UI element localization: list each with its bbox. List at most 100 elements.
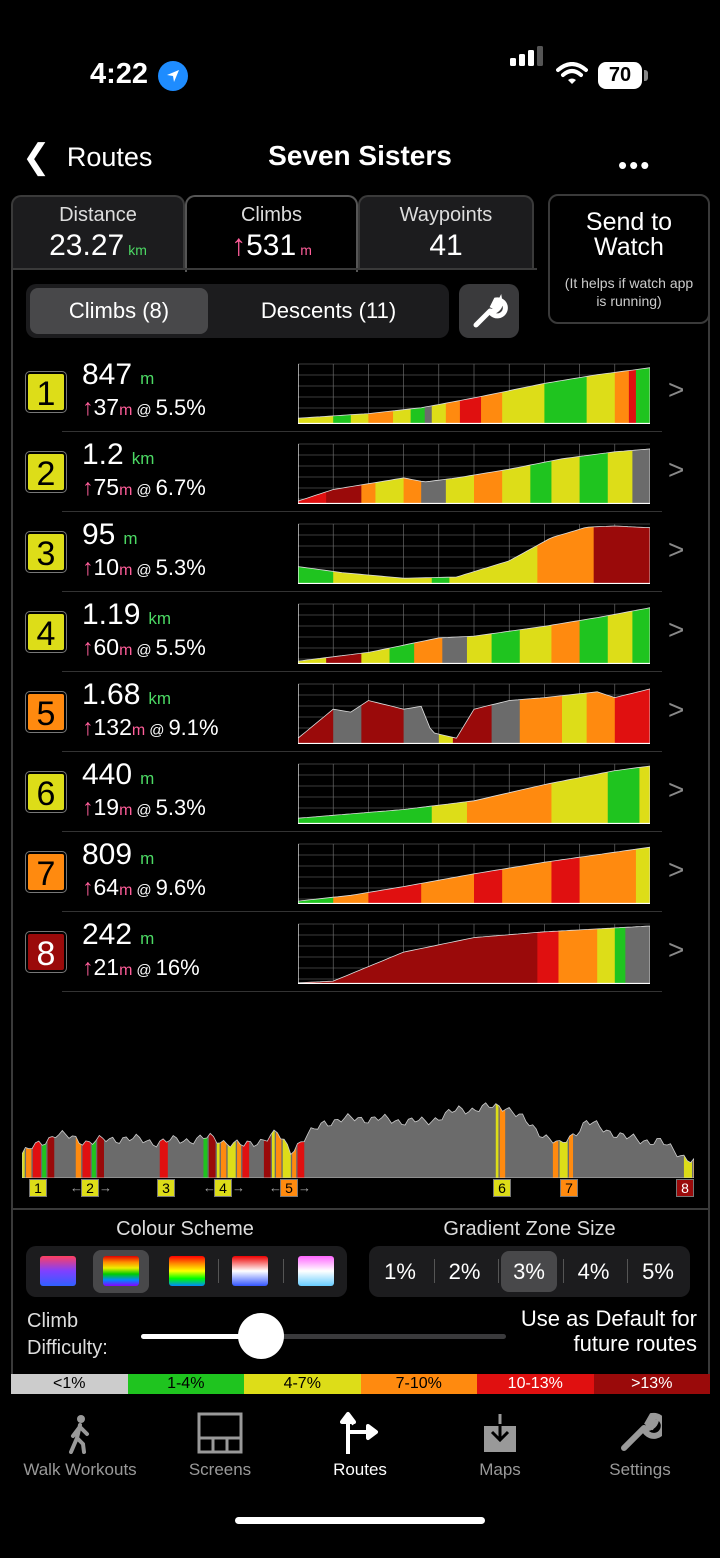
climb-row[interactable]: 3 95 m ↑10m @5.3% >	[22, 512, 684, 592]
climb-marker[interactable]: 7	[560, 1179, 578, 1197]
at-sign: @	[136, 402, 152, 419]
climb-marker[interactable]: 8	[676, 1179, 694, 1197]
overview-band	[242, 1102, 250, 1178]
climb-distance-unit: km	[148, 689, 172, 708]
climb-row[interactable]: 7 809 m ↑64m @9.6% >	[22, 832, 684, 912]
colour-scheme-3[interactable]	[169, 1256, 205, 1286]
segment-climbs[interactable]: Climbs (8)	[30, 288, 208, 334]
climb-gain-unit: m	[119, 802, 133, 819]
climb-difficulty-label: Climb Difficulty:	[27, 1310, 108, 1359]
climb-distance-unit: m	[140, 369, 155, 388]
gradient-band	[298, 367, 334, 424]
tab-maps[interactable]: Maps	[430, 1404, 570, 1480]
wifi-icon	[556, 62, 588, 91]
overview-band	[271, 1102, 275, 1178]
gradient-band	[593, 526, 650, 584]
tab-climbs[interactable]: Climbs ↑531 m	[185, 195, 358, 272]
gradient-band	[298, 607, 327, 664]
gradient-band	[333, 367, 352, 424]
route-sign-icon	[340, 1412, 378, 1454]
gradient-band	[298, 847, 334, 904]
climb-number-badge: 8	[25, 931, 67, 973]
tab-walk-workouts[interactable]: Walk Workouts	[10, 1404, 150, 1480]
wrench-button[interactable]	[459, 284, 519, 338]
chevron-right-icon: >	[668, 534, 685, 565]
legend-item: <1%	[11, 1374, 128, 1394]
gradient-band	[625, 926, 650, 984]
climb-row[interactable]: 2 1.2 km ↑75m @6.7% >	[22, 432, 684, 512]
gradient-band	[586, 367, 616, 424]
climb-profile-chart	[298, 443, 650, 504]
separator	[218, 1259, 219, 1283]
colour-scheme-5[interactable]	[298, 1256, 334, 1286]
overview-band	[42, 1102, 47, 1178]
climb-marker[interactable]: 2	[81, 1179, 99, 1197]
tab-waypoints[interactable]: Waypoints 41	[358, 195, 534, 270]
gradient-band	[298, 926, 317, 984]
climb-row[interactable]: 5 1.68 km ↑132m @9.1% >	[22, 672, 684, 752]
climb-marker[interactable]: 1	[29, 1179, 47, 1197]
climb-marker[interactable]: 5	[280, 1179, 298, 1197]
overview-band	[216, 1102, 220, 1178]
tab-distance-value: 23.27	[49, 229, 125, 262]
up-arrow-icon: ↑	[82, 554, 94, 580]
climb-marker[interactable]: 4	[214, 1179, 232, 1197]
gradient-band	[597, 926, 616, 984]
overview-band	[159, 1102, 168, 1178]
overview-band	[22, 1102, 25, 1178]
climb-gain: 10	[93, 554, 120, 580]
gradient-band	[421, 847, 475, 904]
overview-band	[499, 1102, 506, 1178]
climb-row[interactable]: 8 242 m ↑21m @16% >	[22, 912, 684, 992]
climb-gain: 64	[93, 874, 120, 900]
send-to-watch-title: Send to Watch	[585, 208, 673, 261]
gradient-band	[579, 847, 637, 904]
climb-row[interactable]: 1 847 m ↑37m @5.5% >	[22, 352, 684, 432]
segment-descents[interactable]: Descents (11)	[212, 288, 445, 334]
zone-size-option[interactable]: 5%	[630, 1251, 686, 1292]
gradient-band	[635, 847, 650, 904]
climb-number-badge: 6	[25, 771, 67, 813]
tab-maps-label: Maps	[479, 1460, 521, 1479]
more-options-icon[interactable]: •••	[618, 150, 651, 181]
climb-marker[interactable]: 6	[493, 1179, 511, 1197]
colour-scheme-1[interactable]	[40, 1256, 76, 1286]
gradient-band	[298, 526, 334, 584]
overview-band	[237, 1102, 242, 1178]
overview-band	[552, 1102, 559, 1178]
climbs-descents-segment: Climbs (8) Descents (11)	[26, 284, 449, 338]
legend-item: >13%	[593, 1374, 710, 1394]
up-arrow-icon: ↑	[82, 874, 94, 900]
overview-band	[282, 1102, 291, 1178]
gradient-band	[375, 448, 405, 504]
gradient-band	[326, 607, 362, 664]
chevron-right-icon: >	[668, 454, 685, 485]
tab-distance[interactable]: Distance 23.27 km	[11, 195, 185, 270]
screens-icon	[197, 1412, 243, 1454]
climb-gain: 75	[93, 474, 120, 500]
tab-routes[interactable]: Routes	[290, 1404, 430, 1480]
tab-screens[interactable]: Screens	[150, 1404, 290, 1480]
gradient-band	[298, 448, 327, 504]
colour-scheme-2[interactable]	[103, 1256, 139, 1286]
zone-size-option[interactable]: 2%	[437, 1251, 493, 1292]
chevron-right-icon: >	[668, 774, 685, 805]
climb-row[interactable]: 6 440 m ↑19m @5.3% >	[22, 752, 684, 832]
climb-row[interactable]: 4 1.19 km ↑60m @5.5% >	[22, 592, 684, 672]
overview-band	[32, 1102, 41, 1178]
use-as-default-button[interactable]: Use as Default for future routes	[505, 1306, 697, 1356]
tab-settings[interactable]: Settings	[570, 1404, 710, 1480]
zone-size-option[interactable]: 1%	[372, 1251, 428, 1292]
separator	[433, 1259, 435, 1283]
gradient-band	[445, 367, 461, 424]
colour-scheme-4[interactable]	[232, 1256, 268, 1286]
overview-band	[297, 1102, 305, 1178]
gradient-zone-title: Gradient Zone Size	[443, 1218, 616, 1240]
climb-marker[interactable]: 3	[157, 1179, 175, 1197]
gradient-band	[586, 688, 616, 744]
zone-size-option[interactable]: 3%	[501, 1251, 557, 1292]
wrench-icon	[621, 1412, 662, 1451]
gradient-band	[481, 367, 503, 424]
at-sign: @	[136, 962, 152, 979]
zone-size-option[interactable]: 4%	[566, 1251, 622, 1292]
